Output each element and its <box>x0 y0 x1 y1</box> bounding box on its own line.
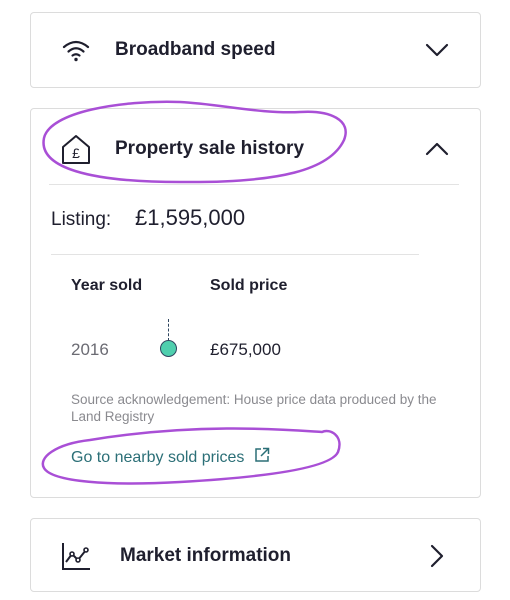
year-sold-header: Year sold <box>71 277 143 294</box>
market-information-header[interactable]: Market information <box>31 519 480 593</box>
broadband-header[interactable]: Broadband speed <box>31 13 480 87</box>
broadband-section: Broadband speed <box>30 12 481 88</box>
line-chart-icon <box>59 539 93 573</box>
listing-divider <box>51 254 419 255</box>
timeline-dot <box>160 340 177 357</box>
sale-year: 2016 <box>71 340 109 359</box>
sold-price-header: Sold price <box>210 277 288 294</box>
property-sale-history-title: Property sale history <box>115 138 305 159</box>
wifi-icon <box>59 33 93 67</box>
property-sale-history-header[interactable]: £ Property sale history <box>31 112 480 186</box>
source-acknowledgement: Source acknowledgement: House price data… <box>71 392 437 424</box>
chevron-down-icon[interactable] <box>424 37 450 63</box>
timeline-line <box>168 319 169 341</box>
market-information-section: Market information <box>30 518 481 592</box>
property-sale-history-section: £ Property sale history Listing: £1,595,… <box>30 108 481 498</box>
listing-price: £1,595,000 <box>135 205 246 230</box>
market-information-title: Market information <box>120 545 292 566</box>
sale-price: £675,000 <box>210 340 281 359</box>
listing-label: Listing: <box>51 209 112 230</box>
svg-text:£: £ <box>72 145 80 161</box>
chevron-right-icon[interactable] <box>424 543 450 569</box>
external-link-icon <box>254 447 270 468</box>
broadband-title: Broadband speed <box>115 39 276 60</box>
nearby-sold-prices-link[interactable]: Go to nearby sold prices <box>71 447 270 468</box>
nearby-sold-prices-label: Go to nearby sold prices <box>71 448 245 466</box>
pound-house-icon: £ <box>59 132 93 166</box>
header-divider <box>49 184 459 185</box>
chevron-up-icon[interactable] <box>424 136 450 162</box>
